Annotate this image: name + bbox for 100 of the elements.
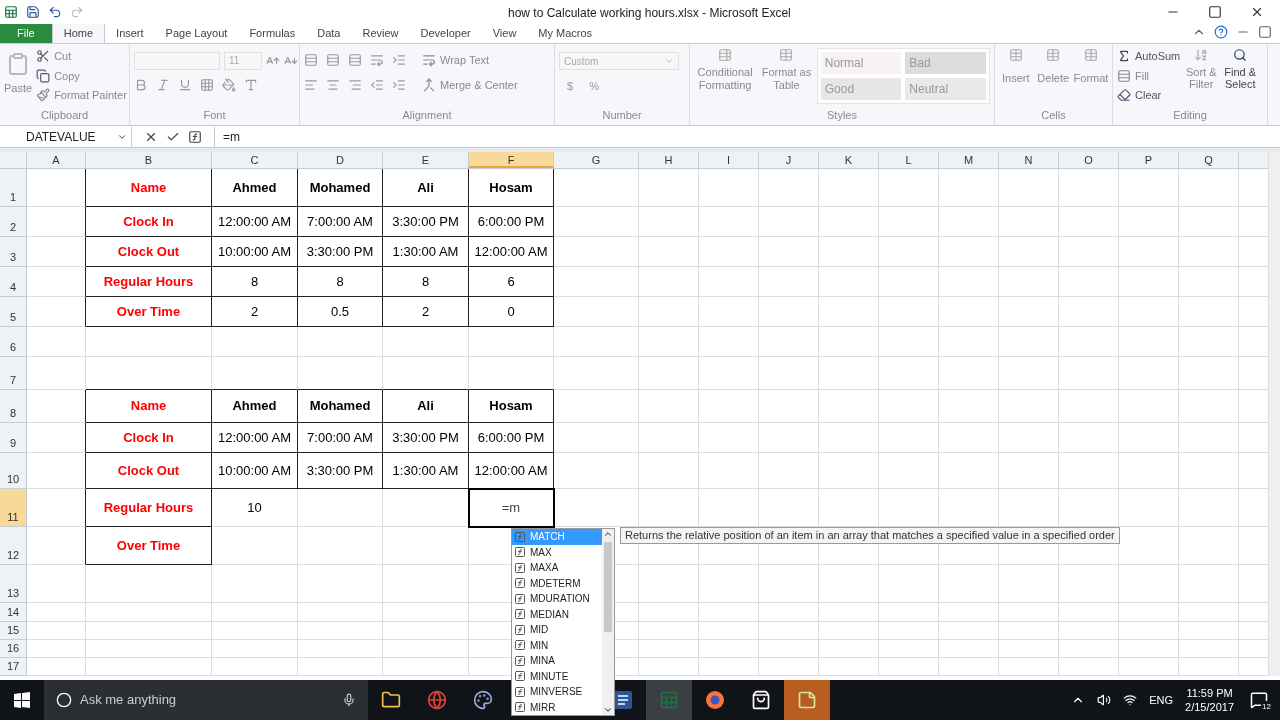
column-header[interactable]: G	[554, 152, 639, 168]
ribbon-tab[interactable]: Formulas	[238, 23, 307, 43]
row-header[interactable]: 4	[0, 267, 27, 297]
row-header[interactable]: 13	[0, 565, 27, 603]
row-header[interactable]: 2	[0, 207, 27, 237]
empty-cell	[999, 390, 1059, 423]
empty-cell	[639, 357, 699, 390]
empty-cell	[759, 390, 819, 423]
column-header[interactable]: C	[212, 152, 298, 168]
scrollbar[interactable]	[602, 529, 614, 715]
sort-icon	[1194, 48, 1209, 62]
autosum-button[interactable]: AutoSum	[1117, 48, 1181, 65]
function-suggestion[interactable]: MIN	[512, 637, 602, 653]
empty-cell	[939, 267, 999, 297]
table-cell: 12:00:00 AM	[469, 453, 554, 489]
ribbon-tab[interactable]: My Macros	[527, 23, 604, 43]
column-header[interactable]: P	[1119, 152, 1179, 168]
function-suggestion[interactable]: MEDIAN	[512, 606, 602, 622]
function-suggestion[interactable]: MAX	[512, 544, 602, 560]
scroll-up-icon	[603, 529, 613, 539]
column-header[interactable]: K	[819, 152, 879, 168]
empty-cell	[939, 390, 999, 423]
table-cell: 2	[212, 297, 298, 327]
column-header[interactable]: B	[86, 152, 212, 168]
table-cell: Mohamed	[298, 390, 383, 423]
row-header[interactable]: 3	[0, 237, 27, 267]
column-header[interactable]: I	[699, 152, 759, 168]
row-header[interactable]: 15	[0, 622, 27, 640]
empty-cell	[879, 297, 939, 327]
function-suggestion[interactable]: MINUTE	[512, 668, 602, 684]
row-header[interactable]: 6	[0, 327, 27, 357]
empty-cell	[699, 640, 759, 658]
font-name-field[interactable]	[134, 52, 220, 70]
find-select-button[interactable]: Find & Select	[1222, 48, 1259, 107]
function-suggestion[interactable]: MINVERSE	[512, 684, 602, 700]
row-header[interactable]: 14	[0, 603, 27, 622]
clock[interactable]: 11:59 PM 2/15/2017	[1185, 686, 1234, 714]
row-header[interactable]: 16	[0, 640, 27, 658]
function-suggestion[interactable]: MDETERM	[512, 575, 602, 591]
clear-button[interactable]: Clear	[1117, 87, 1181, 104]
ribbon-tab[interactable]: View	[481, 23, 528, 43]
ribbon-tab[interactable]: Data	[306, 23, 352, 43]
row-header[interactable]: 12	[0, 527, 27, 565]
function-suggestion[interactable]: MID	[512, 622, 602, 638]
empty-cell	[879, 658, 939, 676]
function-suggestion[interactable]: MAXA	[512, 560, 602, 576]
empty-cell	[1179, 453, 1239, 489]
empty-cell	[759, 207, 819, 237]
column-header[interactable]: A	[27, 152, 86, 168]
restore-icon	[1258, 25, 1272, 39]
empty-cell	[819, 423, 879, 453]
row-header[interactable]: 8	[0, 390, 27, 423]
ribbon-tab[interactable]: Page Layout	[154, 23, 239, 43]
language-indicator[interactable]: ENG	[1149, 691, 1174, 709]
function-suggestion[interactable]: MIRR	[512, 699, 602, 715]
empty-cell	[879, 423, 939, 453]
empty-cell	[699, 453, 759, 489]
ribbon-tab[interactable]: Developer	[409, 23, 482, 43]
ribbon-tab[interactable]: Review	[351, 23, 410, 43]
row-header[interactable]: 17	[0, 658, 27, 676]
function-icon	[514, 623, 526, 636]
empty-cell	[1059, 603, 1119, 622]
row-header[interactable]: 1	[0, 169, 27, 207]
row-header[interactable]: 7	[0, 357, 27, 390]
row-header[interactable]: 10	[0, 453, 27, 489]
column-header[interactable]: H	[639, 152, 699, 168]
column-header[interactable]: Q	[1179, 152, 1239, 168]
table-cell: 1:30:00 AM	[383, 453, 469, 489]
column-header[interactable]: N	[999, 152, 1059, 168]
row-header[interactable]: 5	[0, 297, 27, 327]
file-tab[interactable]: File	[0, 23, 52, 43]
column-header[interactable]: L	[879, 152, 939, 168]
table-cell: 8	[212, 267, 298, 297]
function-icon	[514, 577, 526, 590]
search-field[interactable]: Ask me anything	[44, 680, 368, 720]
row-header[interactable]: 9	[0, 423, 27, 453]
column-header[interactable]: F	[469, 152, 554, 168]
table-cell: Clock Out	[86, 237, 212, 267]
empty-cell	[879, 237, 939, 267]
function-icon	[514, 670, 526, 683]
table-cell: Over Time	[86, 527, 212, 565]
empty-cell	[699, 327, 759, 357]
ribbon-tab[interactable]: Insert	[105, 23, 155, 43]
empty-cell	[1179, 565, 1239, 603]
column-header[interactable]: M	[939, 152, 999, 168]
row-header[interactable]: 11	[0, 489, 27, 527]
empty-cell	[1119, 267, 1179, 297]
column-header[interactable]: D	[298, 152, 383, 168]
notification-button[interactable]: 12	[1246, 687, 1272, 713]
column-header[interactable]: J	[759, 152, 819, 168]
empty-cell	[999, 267, 1059, 297]
function-suggestion[interactable]: MDURATION	[512, 591, 602, 607]
name-box[interactable]: DATEVALUE	[0, 126, 132, 147]
empty-cell	[1179, 489, 1239, 527]
function-suggestion[interactable]: MINA	[512, 653, 602, 669]
vertical-scrollbar[interactable]	[1268, 152, 1280, 676]
column-header[interactable]: O	[1059, 152, 1119, 168]
formula-input[interactable]: =m	[214, 126, 1280, 147]
empty-cell	[699, 267, 759, 297]
empty-cell	[999, 453, 1059, 489]
